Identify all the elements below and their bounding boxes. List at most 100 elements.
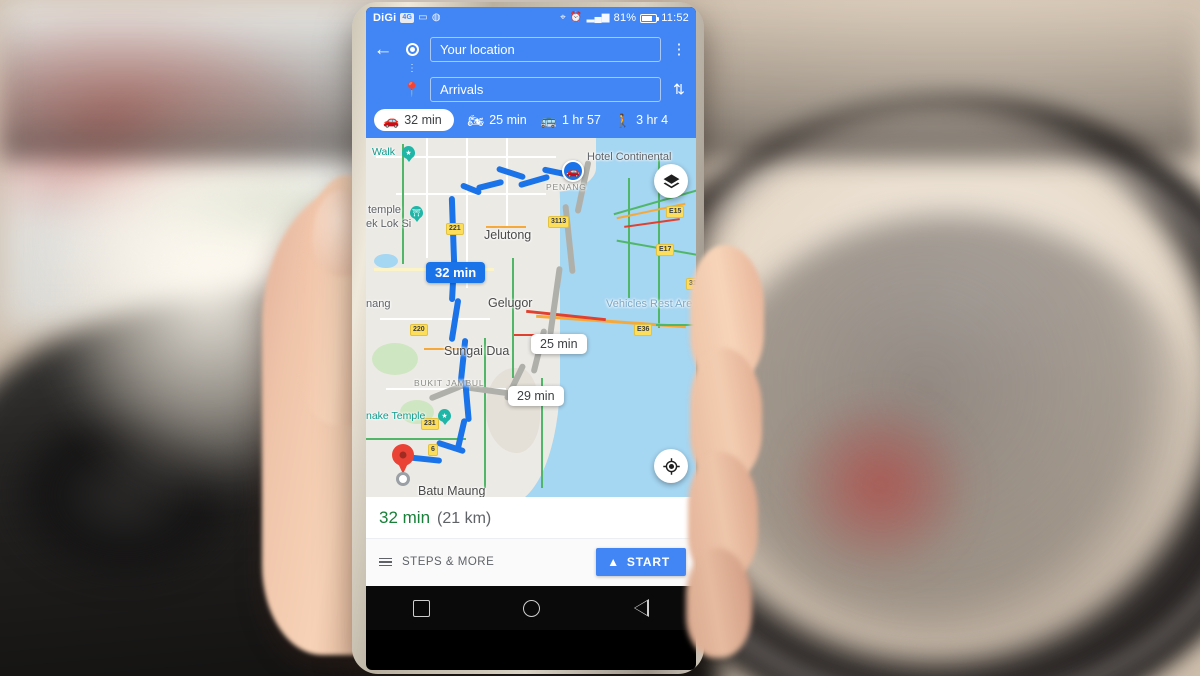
status-bar: DiGi 4G ▭ ◍ ⌖ ⏰ ▂▄▆ 81% 11:52 (366, 7, 696, 29)
snake-temple-poi-pin-icon: ★ (438, 409, 451, 422)
my-location-button[interactable] (654, 449, 688, 483)
battery-icon (640, 13, 660, 23)
road-shield: E36 (634, 324, 653, 336)
my-location-icon (662, 457, 680, 475)
directions-header: ← Your location ⋮ ⋮ 📍 Arrivals ⇅ (366, 29, 696, 104)
map-label-gelugor: Gelugor (488, 296, 533, 310)
travel-mode-tabs: 🚗 32 min 🏍 25 min 🚌 1 hr 57 🚶 3 hr 4 (366, 104, 696, 138)
origin-dot-icon (401, 42, 423, 56)
mode-transit[interactable]: 🚌 1 hr 57 (541, 113, 601, 127)
map-canvas[interactable]: 221 3113 E15 E17 3112 220 231 6 E36 Walk… (366, 138, 696, 497)
map-label-walk: Walk (372, 146, 395, 158)
route-bottom-sheet: 32 min (21 km) STEPS & MORE ▲ START (366, 497, 696, 586)
map-label-snake-temple: nake Temple (366, 410, 426, 422)
map-lake (374, 254, 398, 268)
road-shield: 3113 (548, 216, 570, 228)
map-label-sungai-dua: Sungai Dua (444, 344, 510, 358)
route-summary: 32 min (21 km) (366, 497, 696, 539)
list-icon (379, 557, 392, 567)
map-road-green (366, 438, 466, 440)
smartphone: DiGi 4G ▭ ◍ ⌖ ⏰ ▂▄▆ 81% 11:52 ← Your loc… (352, 2, 704, 674)
route-connector: ⋮ (407, 63, 417, 74)
map-label-jelutong: Jelutong (484, 228, 532, 242)
route-eta: 32 min (379, 508, 431, 527)
destination-row: 📍 Arrivals ⇅ (372, 74, 690, 104)
network-chip: 4G (400, 13, 415, 23)
status-bar-left: DiGi 4G ▭ ◍ (373, 12, 441, 24)
mode-walking[interactable]: 🚶 3 hr 4 (615, 113, 668, 127)
destination-pin-icon: 📍 (403, 81, 421, 97)
walk-poi-pin-icon: ★ (402, 146, 415, 159)
map-road-green (628, 178, 630, 298)
mode-driving-time: 32 min (404, 113, 442, 127)
route-actions: STEPS & MORE ▲ START (366, 539, 696, 586)
origin-input[interactable]: Your location (430, 36, 661, 62)
map-road (506, 138, 508, 228)
map-road-green (484, 338, 486, 488)
map-label-penang: PENANG (546, 182, 587, 192)
temple-poi-pin-icon: ⛩ (410, 206, 423, 219)
map-road-green (402, 144, 404, 264)
origin-marker[interactable]: 🚗 (562, 160, 584, 182)
hand-finger-4 (686, 548, 752, 658)
motorcycle-icon: 🏍 (467, 112, 485, 128)
map-label-bukit-jambul: BUKIT JAMBUL (414, 378, 485, 388)
map-label-hotel: Hotel Continental (587, 151, 672, 163)
clock-label: 11:52 (661, 12, 689, 24)
android-nav-bar (366, 586, 696, 630)
start-point-dot[interactable] (396, 472, 410, 486)
transit-icon: 🚌 (540, 112, 557, 128)
start-button-label: START (626, 555, 670, 569)
overflow-menu-icon[interactable]: ⋮ (668, 42, 690, 57)
alt-route-segment[interactable] (562, 203, 576, 275)
map-green-area-1 (372, 343, 418, 375)
back-button-icon[interactable] (634, 599, 650, 617)
map-road (426, 138, 428, 258)
signal-icon: ▂▄▆ (586, 12, 610, 23)
mode-walking-time: 3 hr 4 (636, 113, 669, 127)
alarm-icon: ⏰ (569, 12, 583, 23)
road-shield: E17 (656, 244, 675, 256)
cast-icon: ▭ (418, 12, 428, 23)
background-red-accent (760, 370, 1000, 600)
map-label-nang: nang (366, 298, 391, 310)
mode-transit-time: 1 hr 57 (561, 113, 601, 127)
route-label-primary[interactable]: 32 min (426, 262, 486, 283)
back-icon[interactable]: ← (372, 40, 394, 59)
car-icon: 🚗 (383, 112, 400, 128)
screenshot-scene: DiGi 4G ▭ ◍ ⌖ ⏰ ▂▄▆ 81% 11:52 ← Your loc… (0, 0, 1200, 676)
steps-and-more-button[interactable]: STEPS & MORE (379, 556, 494, 568)
layers-icon (663, 173, 679, 188)
map-road (380, 318, 490, 320)
map-label-temple: temple (368, 204, 402, 216)
recents-button-icon[interactable] (412, 599, 430, 617)
walk-icon: 🚶 (614, 112, 632, 128)
mode-motorcycle-time: 25 min (489, 113, 527, 127)
mode-motorcycle[interactable]: 🏍 25 min (468, 113, 527, 127)
route-label-alt-2[interactable]: 29 min (508, 386, 564, 406)
battery-percent: 81% (613, 12, 637, 24)
carrier-label: DiGi (373, 12, 397, 24)
origin-row: ← Your location ⋮ (372, 34, 690, 64)
road-shield: 221 (446, 223, 464, 235)
road-shield: 220 (410, 324, 428, 336)
map-label-kek-lok-si: ek Lok Si (366, 218, 412, 230)
layers-button[interactable] (654, 164, 688, 198)
swap-icon[interactable]: ⇅ (668, 82, 690, 96)
road-shield: 6 (428, 444, 438, 456)
map-road-traffic (624, 218, 680, 228)
route-distance: (21 km) (437, 510, 492, 527)
destination-input[interactable]: Arrivals (430, 76, 661, 102)
home-button-icon[interactable] (523, 599, 541, 617)
start-button[interactable]: ▲ START (596, 548, 686, 576)
mode-driving[interactable]: 🚗 32 min (374, 109, 454, 131)
map-road-green (512, 258, 514, 378)
destination-marker[interactable] (392, 444, 414, 474)
navigation-arrow-icon: ▲ (607, 555, 620, 569)
phone-screen: DiGi 4G ▭ ◍ ⌖ ⏰ ▂▄▆ 81% 11:52 ← Your loc… (366, 7, 696, 670)
whatsapp-icon: ◍ (431, 12, 441, 23)
destination-marker-head (392, 444, 414, 466)
map-road (396, 193, 546, 195)
route-label-alt-1[interactable]: 25 min (531, 334, 587, 354)
status-bar-right: ⌖ ⏰ ▂▄▆ 81% 11:52 (560, 12, 689, 24)
